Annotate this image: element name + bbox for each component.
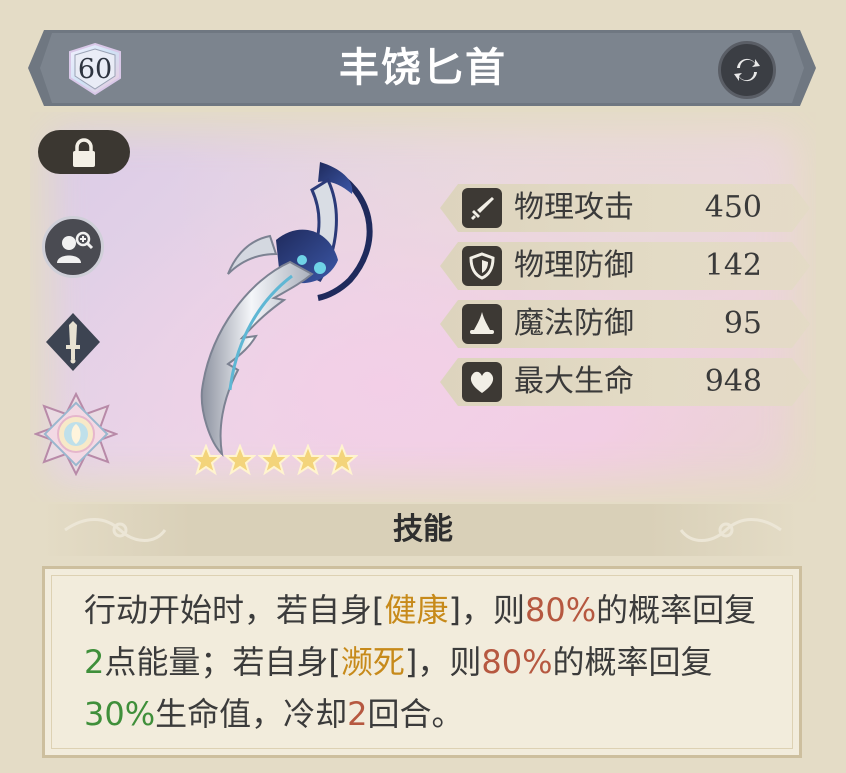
lock-button[interactable] bbox=[38, 130, 130, 174]
stat-row-magic-defense: 魔法防御 95 bbox=[440, 300, 810, 348]
user-search-icon bbox=[57, 231, 94, 263]
stat-value: 142 bbox=[704, 248, 762, 283]
stat-label: 物理攻击 bbox=[514, 190, 634, 225]
stat-value: 450 bbox=[704, 190, 762, 225]
stat-label: 物理防御 bbox=[514, 248, 634, 283]
status-keyword-dying: 濒死 bbox=[340, 643, 405, 681]
heal-value: 30% bbox=[84, 695, 156, 733]
chance-value: 80% bbox=[481, 643, 553, 681]
skill-title: 技能 bbox=[393, 512, 453, 547]
energy-value: 2 bbox=[84, 643, 105, 681]
heart-icon bbox=[462, 362, 502, 402]
stat-label: 魔法防御 bbox=[514, 306, 634, 341]
star-icon bbox=[190, 444, 222, 476]
swap-button[interactable] bbox=[718, 41, 776, 99]
star-icon bbox=[326, 444, 358, 476]
stat-value: 95 bbox=[723, 306, 762, 341]
star-icon bbox=[224, 444, 256, 476]
stat-label: 最大生命 bbox=[514, 364, 634, 399]
swap-arrows-icon bbox=[734, 58, 760, 82]
level-value: 60 bbox=[77, 54, 113, 85]
stat-row-physical-defense: 物理防御 142 bbox=[440, 242, 810, 290]
sword-icon bbox=[462, 188, 502, 228]
inspect-character-button[interactable] bbox=[42, 216, 104, 278]
star-rating bbox=[190, 444, 358, 476]
level-badge: 60 bbox=[66, 42, 124, 96]
stat-value: 948 bbox=[704, 364, 762, 399]
status-keyword-healthy: 健康 bbox=[384, 591, 449, 629]
stat-row-physical-attack: 物理攻击 450 bbox=[440, 184, 810, 232]
element-badge-icon bbox=[33, 391, 119, 477]
skill-description: 行动开始时，若自身[健康]，则80%的概率回复2点能量；若自身[濒死]，则80%… bbox=[84, 591, 757, 733]
shield-icon bbox=[462, 246, 502, 286]
stat-row-max-hp: 最大生命 948 bbox=[440, 358, 810, 406]
star-icon bbox=[292, 444, 324, 476]
cooldown-value: 2 bbox=[347, 695, 368, 733]
item-title: 丰饶匕首 bbox=[339, 45, 507, 91]
lock-icon bbox=[73, 138, 95, 167]
dagger-type-icon bbox=[44, 311, 106, 373]
wizard-hat-icon bbox=[462, 304, 502, 344]
star-icon bbox=[258, 444, 290, 476]
chance-value: 80% bbox=[525, 591, 597, 629]
dagger-artwork bbox=[200, 162, 373, 457]
